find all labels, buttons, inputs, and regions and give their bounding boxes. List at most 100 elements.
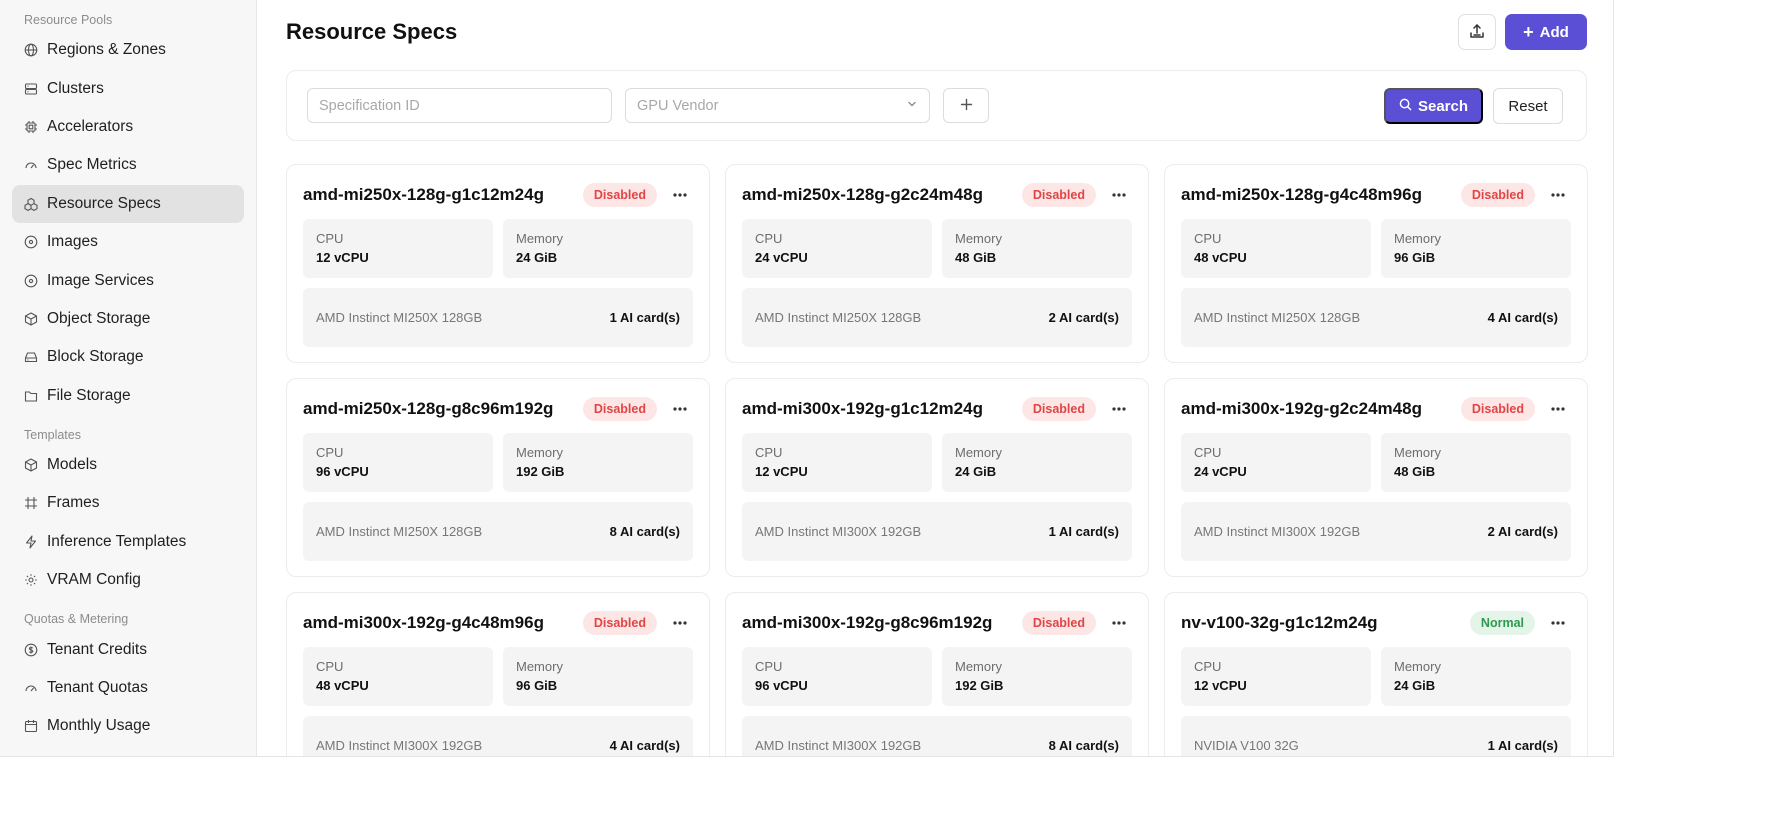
cpu-stat: CPU 96 vCPU [742, 647, 932, 706]
spec-name: nv-v100-32g-g1c12m24g [1181, 613, 1378, 632]
sidebar-item-label: Accelerators [47, 117, 134, 135]
memory-value: 96 GiB [1394, 250, 1436, 265]
spec-id-input[interactable] [307, 88, 612, 123]
cpu-label: CPU [755, 231, 783, 246]
gpu-vendor-select[interactable]: GPU Vendor [625, 88, 930, 123]
gpu-row: AMD Instinct MI300X 192GB 2 AI card(s) [1181, 502, 1571, 561]
more-options-icon[interactable] [671, 615, 689, 631]
cpu-stat: CPU 24 vCPU [1181, 433, 1371, 492]
server-icon [24, 82, 38, 96]
sidebar-item-tenant-credits[interactable]: Tenant Credits [12, 630, 244, 668]
more-options-icon[interactable] [1110, 615, 1128, 631]
spec-card[interactable]: amd-mi300x-192g-g4c48m96g Disabled CPU 4… [286, 592, 710, 756]
status-badge: Disabled [582, 611, 657, 635]
sidebar-item-block-storage[interactable]: Block Storage [12, 338, 244, 376]
cpu-label: CPU [1194, 659, 1222, 674]
cpu-value: 48 vCPU [1194, 250, 1247, 265]
boxes-icon [24, 197, 38, 211]
plus-icon: + [1523, 22, 1534, 42]
sidebar-item-resource-specs[interactable]: Resource Specs [12, 184, 244, 223]
sidebar-item-file-storage[interactable]: File Storage [12, 377, 244, 415]
more-options-icon[interactable] [1549, 401, 1567, 417]
sidebar-item-inference-templates[interactable]: Inference Templates [12, 523, 244, 561]
sidebar-section-title: Quotas & Metering [24, 612, 129, 627]
memory-label: Memory [516, 445, 563, 460]
sidebar-item-spec-metrics[interactable]: Spec Metrics [12, 146, 244, 184]
more-options-icon[interactable] [1110, 401, 1128, 417]
search-button[interactable]: Search [1384, 88, 1483, 124]
sidebar-item-frames[interactable]: Frames [12, 484, 244, 522]
sidebar-item-label: Regions & Zones [47, 41, 166, 59]
sidebar-item-label: Spec Metrics [47, 156, 137, 174]
sidebar-item-vram-config[interactable]: VRAM Config [12, 561, 244, 599]
gpu-row: AMD Instinct MI250X 128GB 8 AI card(s) [303, 502, 693, 561]
spec-card-grid: amd-mi250x-128g-g1c12m24g Disabled CPU 1… [286, 164, 1588, 756]
more-options-icon[interactable] [1110, 187, 1128, 203]
sidebar-item-accelerators[interactable]: Accelerators [12, 108, 244, 146]
status-badge: Normal [1469, 611, 1535, 635]
filter-bar: GPU Vendor Search Reset [286, 70, 1587, 141]
spec-name: amd-mi300x-192g-g4c48m96g [303, 613, 544, 632]
sidebar-item-image-services[interactable]: Image Services [12, 261, 244, 299]
sidebar-item-tenant-quotas[interactable]: Tenant Quotas [12, 669, 244, 707]
spec-card[interactable]: amd-mi250x-128g-g4c48m96g Disabled CPU 4… [1164, 164, 1588, 363]
add-filter-button[interactable] [943, 88, 989, 123]
memory-stat: Memory 48 GiB [1381, 433, 1571, 492]
cpu-value: 12 vCPU [316, 250, 369, 265]
spec-card[interactable]: amd-mi300x-192g-g1c12m24g Disabled CPU 1… [725, 378, 1149, 577]
spec-card[interactable]: amd-mi250x-128g-g8c96m192g Disabled CPU … [286, 378, 710, 577]
more-options-icon[interactable] [671, 187, 689, 203]
cpu-label: CPU [316, 445, 344, 460]
spec-name: amd-mi250x-128g-g8c96m192g [303, 399, 554, 418]
status-badge: Disabled [1460, 397, 1535, 421]
sidebar-item-label: Inference Templates [47, 532, 187, 550]
cpu-stat: CPU 12 vCPU [1181, 647, 1371, 706]
memory-value: 24 GiB [1394, 678, 1436, 693]
gpu-card-count: 2 AI card(s) [1048, 310, 1119, 325]
sidebar-item-regions-zones[interactable]: Regions & Zones [12, 31, 244, 69]
main-content: Resource Specs + Add GPU Vendor [258, 0, 1613, 756]
cpu-value: 96 vCPU [755, 678, 808, 693]
spec-card[interactable]: amd-mi250x-128g-g1c12m24g Disabled CPU 1… [286, 164, 710, 363]
spec-name: amd-mi250x-128g-g2c24m48g [742, 185, 983, 204]
sidebar-item-object-storage[interactable]: Object Storage [12, 300, 244, 338]
gpu-model: AMD Instinct MI300X 192GB [1194, 524, 1361, 539]
gpu-row: AMD Instinct MI300X 192GB 4 AI card(s) [303, 716, 693, 756]
gpu-card-count: 1 AI card(s) [1048, 524, 1119, 539]
cpu-label: CPU [1194, 445, 1222, 460]
gpu-row: AMD Instinct MI300X 192GB 1 AI card(s) [742, 502, 1132, 561]
sidebar-item-label: Block Storage [47, 348, 144, 366]
export-button[interactable] [1458, 14, 1496, 50]
gear-icon [24, 573, 38, 587]
sidebar-item-models[interactable]: Models [12, 446, 244, 484]
more-options-icon[interactable] [671, 401, 689, 417]
gpu-model: AMD Instinct MI300X 192GB [316, 738, 483, 753]
spec-card[interactable]: amd-mi300x-192g-g8c96m192g Disabled CPU … [725, 592, 1149, 756]
more-options-icon[interactable] [1549, 187, 1567, 203]
add-button[interactable]: + Add [1505, 14, 1587, 50]
cpu-stat: CPU 48 vCPU [1181, 219, 1371, 278]
cpu-value: 12 vCPU [1194, 678, 1247, 693]
spec-name: amd-mi300x-192g-g8c96m192g [742, 613, 993, 632]
cpu-icon [24, 120, 38, 134]
reset-button[interactable]: Reset [1493, 88, 1563, 124]
cpu-value: 48 vCPU [316, 678, 369, 693]
spec-card[interactable]: amd-mi250x-128g-g2c24m48g Disabled CPU 2… [725, 164, 1149, 363]
spec-name: amd-mi250x-128g-g1c12m24g [303, 185, 544, 204]
memory-stat: Memory 192 GiB [942, 647, 1132, 706]
status-badge: Disabled [1021, 397, 1096, 421]
more-options-icon[interactable] [1549, 615, 1567, 631]
sidebar-item-images[interactable]: Images [12, 223, 244, 261]
search-button-label: Search [1417, 97, 1469, 115]
sidebar-item-monthly-usage[interactable]: Monthly Usage [12, 707, 244, 745]
memory-value: 96 GiB [516, 678, 558, 693]
status-badge: Disabled [1021, 611, 1096, 635]
memory-label: Memory [955, 231, 1002, 246]
gpu-model: AMD Instinct MI250X 128GB [1194, 310, 1361, 325]
spec-name: amd-mi300x-192g-g1c12m24g [742, 399, 983, 418]
spec-card[interactable]: amd-mi300x-192g-g2c24m48g Disabled CPU 2… [1164, 378, 1588, 577]
spec-card[interactable]: nv-v100-32g-g1c12m24g Normal CPU 12 vCPU… [1164, 592, 1588, 756]
cpu-value: 24 vCPU [755, 250, 808, 265]
sidebar-item-clusters[interactable]: Clusters [12, 69, 244, 107]
gpu-card-count: 2 AI card(s) [1487, 524, 1558, 539]
